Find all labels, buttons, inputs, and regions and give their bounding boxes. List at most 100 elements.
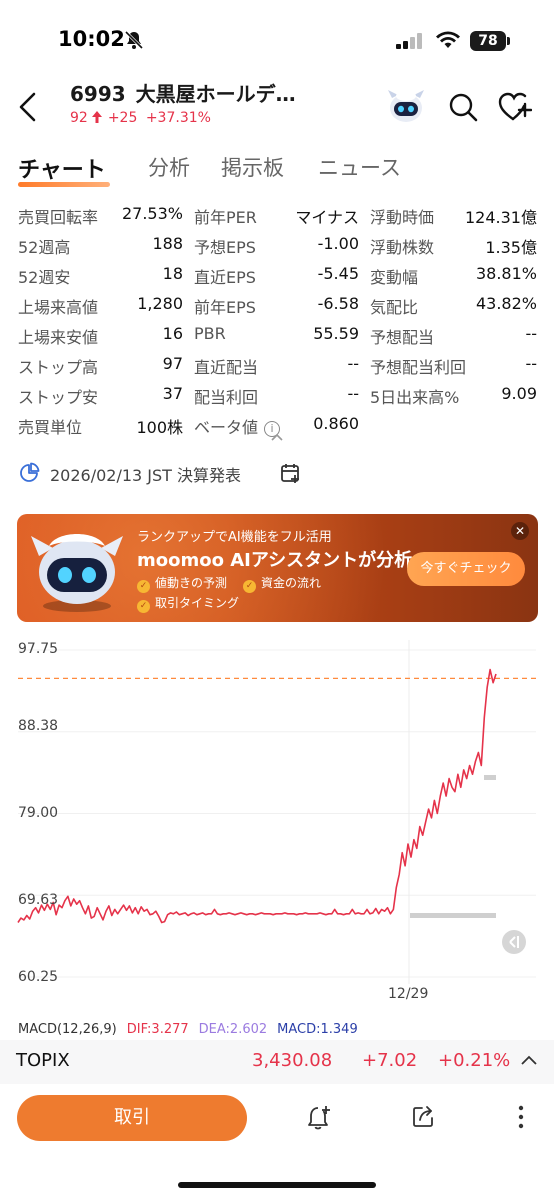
share-icon[interactable] bbox=[410, 1104, 436, 1130]
stat-label: 前年PER bbox=[194, 208, 257, 227]
stat-value: 16 bbox=[162, 324, 183, 343]
macd-dif: DIF:3.277 bbox=[126, 1022, 189, 1037]
stats-row: 52週安 18 直近EPS -5.45 変動幅 38.81% bbox=[18, 260, 540, 290]
macd-legend: MACD(12,26,9) DIF:3.277 DEA:2.602 MACD:1.34… bbox=[18, 1022, 368, 1038]
robot-mascot-icon bbox=[31, 534, 123, 612]
stat-label: PBR bbox=[194, 324, 226, 343]
feature-text: 資金の流れ bbox=[261, 576, 322, 590]
price-alert-bell-icon[interactable] bbox=[306, 1104, 334, 1132]
stat-label: ストップ高 bbox=[18, 358, 99, 377]
collapse-chevron-up-icon[interactable] bbox=[270, 432, 284, 442]
stats-row: 売買回転率 27.53% 前年PER マイナス 浮動時価 124.31億 bbox=[18, 200, 540, 230]
more-options-icon[interactable] bbox=[516, 1104, 526, 1130]
check-icon: ✓ bbox=[137, 580, 150, 593]
stat-value: -5.45 bbox=[317, 264, 359, 283]
battery-tip bbox=[507, 37, 510, 45]
y-axis-label: 88.38 bbox=[18, 718, 59, 734]
macd-dea: DEA:2.602 bbox=[198, 1022, 268, 1037]
silent-bell-icon bbox=[124, 30, 144, 50]
ai-robot-icon[interactable] bbox=[386, 88, 426, 126]
y-axis-label: 69.63 bbox=[18, 892, 59, 908]
y-axis-label: 60.25 bbox=[18, 969, 59, 985]
tab-news[interactable]: ニュース bbox=[318, 152, 401, 182]
stock-name: 大黒屋ホールデ… bbox=[135, 82, 296, 106]
clock: 10:02 bbox=[58, 27, 125, 51]
stat-label: 予想配当 bbox=[370, 328, 435, 347]
stat-value: 9.09 bbox=[501, 384, 537, 403]
stat-label: 売買単位 bbox=[18, 418, 83, 437]
chevron-up-icon[interactable] bbox=[520, 1054, 538, 1066]
x-axis-label: 12/29 bbox=[388, 986, 429, 1002]
battery-indicator: 78 bbox=[470, 31, 506, 51]
y-axis-label: 97.75 bbox=[18, 641, 59, 657]
stat-label: 売買回転率 bbox=[18, 208, 99, 227]
stat-label: 浮動株数 bbox=[370, 238, 435, 257]
stat-value: -- bbox=[525, 324, 537, 343]
index-change-pct: +0.21% bbox=[438, 1050, 511, 1071]
signal-icon bbox=[396, 33, 422, 49]
stat-value: マイナス bbox=[295, 208, 359, 227]
earnings-pie-icon bbox=[20, 462, 40, 482]
stat-label: 52週安 bbox=[18, 268, 71, 287]
stat-label: 予想EPS bbox=[194, 238, 256, 257]
macd-value: MACD:1.349 bbox=[277, 1022, 358, 1037]
index-ticker-strip[interactable]: TOPIX 3,430.08 +7.02 +0.21% bbox=[0, 1040, 554, 1084]
stat-value: 0.860 bbox=[313, 414, 359, 433]
feature-text: 値動きの予測 bbox=[155, 576, 228, 590]
tab-analysis[interactable]: 分析 bbox=[148, 152, 190, 182]
price-series-line bbox=[17, 668, 497, 924]
home-indicator bbox=[178, 1182, 376, 1188]
wifi-icon bbox=[436, 31, 460, 48]
stat-value: 97 bbox=[162, 354, 183, 373]
stat-label: 配当利回 bbox=[194, 388, 259, 407]
stats-row: 上場来高値 1,280 前年EPS -6.58 気配比 43.82% bbox=[18, 290, 540, 320]
index-name: TOPIX bbox=[16, 1050, 70, 1071]
stat-label: 直近配当 bbox=[194, 358, 259, 377]
stat-label: 予想配当利回 bbox=[370, 358, 467, 377]
stat-value: -6.58 bbox=[317, 294, 359, 313]
stat-value: -1.00 bbox=[317, 234, 359, 253]
trade-button[interactable]: 取引 bbox=[17, 1095, 247, 1141]
search-icon[interactable] bbox=[448, 92, 478, 122]
stat-label: 直近EPS bbox=[194, 268, 256, 287]
status-bar: 10:02 78 bbox=[0, 0, 554, 70]
stat-value: 124.31億 bbox=[465, 208, 537, 227]
arrow-up-icon bbox=[91, 111, 102, 123]
add-calendar-icon[interactable] bbox=[280, 462, 302, 484]
volume-bar bbox=[484, 775, 496, 780]
banner-subtitle: ランクアップでAI機能をフル活用 bbox=[137, 530, 332, 545]
add-watchlist-heart-icon[interactable] bbox=[498, 92, 532, 122]
last-price: 92 bbox=[70, 110, 88, 126]
y-axis-label: 79.00 bbox=[18, 805, 59, 821]
stat-label: ベータ値 bbox=[194, 418, 259, 437]
stat-label: ストップ安 bbox=[18, 388, 99, 407]
check-now-button[interactable]: 今すぐチェック bbox=[407, 552, 525, 586]
banner-feature: ✓ 値動きの予測 bbox=[137, 574, 227, 593]
macd-title: MACD(12,26,9) bbox=[18, 1022, 117, 1037]
tab-message-board[interactable]: 掲示板 bbox=[221, 152, 284, 182]
price-chart[interactable] bbox=[0, 630, 554, 1030]
volume-bar bbox=[410, 913, 496, 918]
stat-value: 100株 bbox=[136, 418, 183, 437]
stat-value: 37 bbox=[162, 384, 183, 403]
stat-label: 前年EPS bbox=[194, 298, 256, 317]
stat-label: 上場来安値 bbox=[18, 328, 99, 347]
stat-value: 38.81% bbox=[475, 264, 537, 283]
stat-label: 5日出来高% bbox=[370, 388, 460, 407]
index-change: +7.02 bbox=[362, 1050, 418, 1071]
index-price: 3,430.08 bbox=[252, 1050, 333, 1071]
stat-value: -- bbox=[525, 354, 537, 373]
back-icon[interactable] bbox=[14, 90, 42, 124]
stat-value: 55.59 bbox=[313, 324, 359, 343]
ai-assistant-banner[interactable]: ランクアップでAI機能をフル活用 moomoo AIアシスタントが分析 ✓ 値動き… bbox=[17, 514, 538, 622]
stat-value: -- bbox=[347, 354, 359, 373]
price-change: +25 bbox=[107, 110, 138, 126]
stat-value: 1.35億 bbox=[485, 238, 537, 257]
earnings-date-text: 2026/02/13 JST 決算発表 bbox=[50, 466, 242, 485]
price-chart-svg bbox=[17, 640, 540, 984]
close-banner-icon[interactable]: ✕ bbox=[511, 522, 529, 540]
feature-text: 取引タイミング bbox=[155, 596, 240, 610]
tab-chart[interactable]: チャート bbox=[18, 152, 106, 184]
stat-value: 43.82% bbox=[475, 294, 537, 313]
stat-label: 浮動時価 bbox=[370, 208, 435, 227]
